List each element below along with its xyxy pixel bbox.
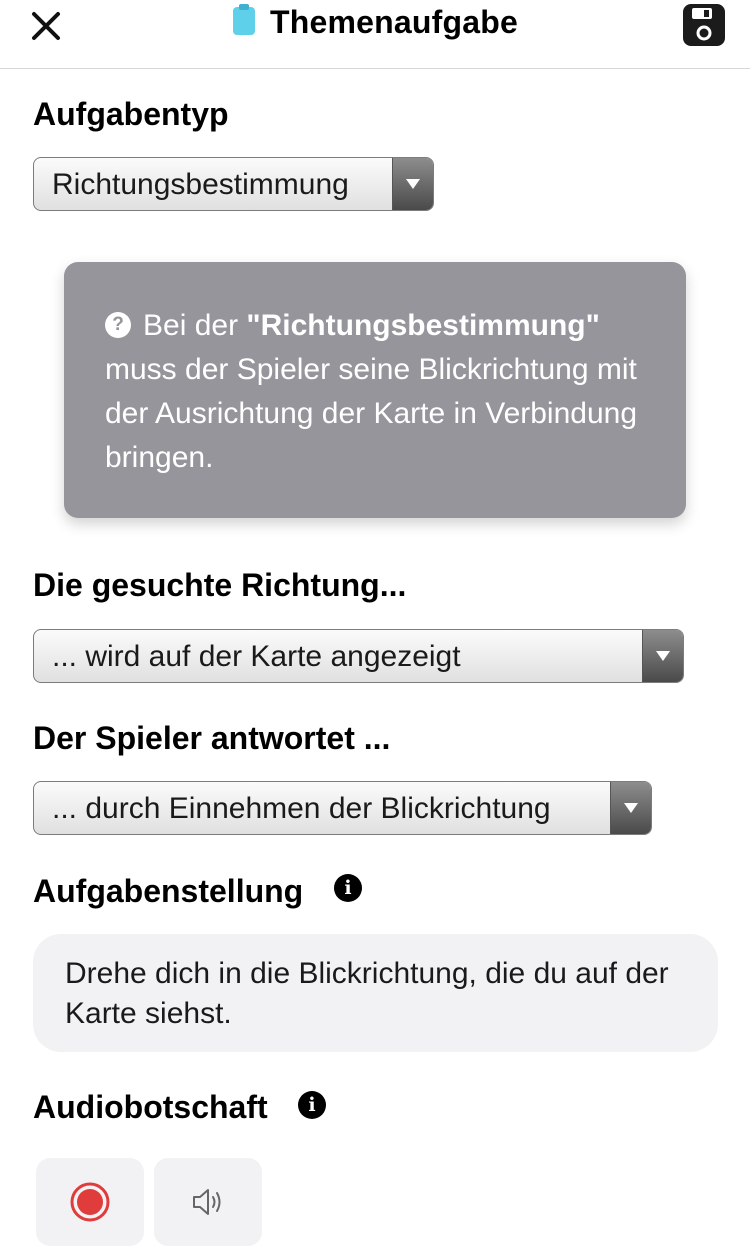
answer-select[interactable]: ... durch Einnehmen der Blickrichtung [33,781,652,835]
page-title: Themenaufgabe [270,4,518,40]
info-icon[interactable]: i [334,874,362,902]
hint-box: ? Bei der "Richtungsbestimmung" muss der … [64,262,686,518]
play-audio-button[interactable] [154,1158,262,1246]
task-type-select[interactable]: Richtungsbestimmung [33,157,434,211]
dropdown-arrow-icon [392,158,433,210]
save-button[interactable] [682,3,726,47]
dropdown-arrow-icon [610,782,651,834]
hint-prefix: Bei der [143,309,247,342]
hint-emphasis: "Richtungsbestimmung" [246,309,600,342]
clipboard-icon [233,3,255,35]
answer-label: Der Spieler antwortet ... [33,720,391,756]
title-area: Themenaufgabe [0,3,750,41]
direction-value: ... wird auf der Karte angezeigt [52,640,461,673]
task-type-value: Richtungsbestimmung [52,168,349,201]
speaker-icon [193,1189,221,1215]
direction-label: Die gesuchte Richtung... [33,567,407,603]
info-icon[interactable]: i [298,1091,326,1119]
task-statement-textarea[interactable]: Drehe dich in die Blickrichtung, die du … [33,934,718,1052]
answer-value: ... durch Einnehmen der Blickrichtung [52,792,551,825]
dropdown-arrow-icon [642,630,683,682]
record-button[interactable] [36,1158,144,1246]
top-bar: Themenaufgabe [0,0,750,69]
record-icon [70,1182,110,1222]
task-statement-label: Aufgabenstellung [33,873,304,909]
save-icon [683,4,725,46]
hint-suffix: muss der Spieler seine Blickrichtung mit… [105,353,638,474]
direction-select[interactable]: ... wird auf der Karte angezeigt [33,629,684,683]
audio-label: Audiobotschaft [33,1089,268,1125]
task-type-label: Aufgabentyp [33,96,229,132]
help-circle-icon: ? [105,312,131,338]
